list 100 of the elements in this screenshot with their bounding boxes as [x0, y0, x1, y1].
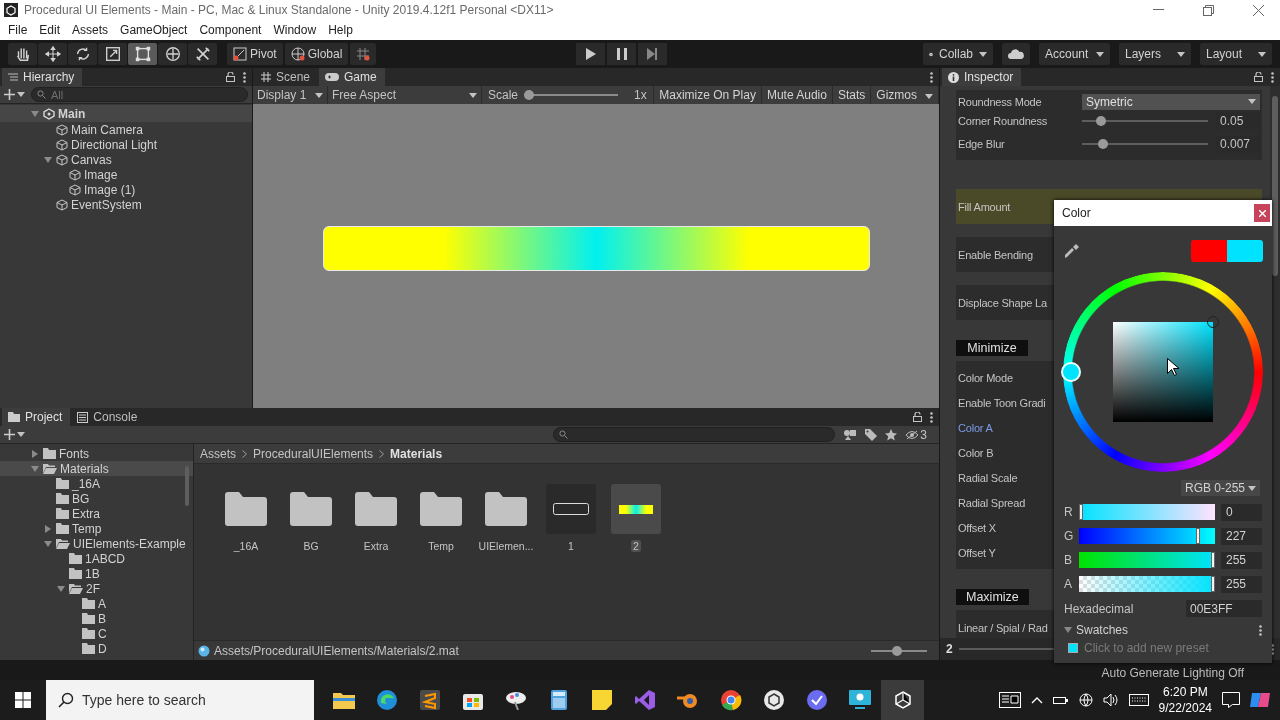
- tree-item[interactable]: _16A: [0, 476, 193, 491]
- channel-slider[interactable]: [1079, 504, 1215, 520]
- caret-icon[interactable]: [31, 449, 39, 458]
- lock-icon[interactable]: [913, 412, 922, 422]
- more-options-icon[interactable]: [930, 411, 933, 423]
- eyedropper-icon[interactable]: [1064, 243, 1080, 259]
- caret-icon[interactable]: [31, 464, 39, 473]
- tree-item[interactable]: UIElements-Example: [0, 536, 193, 551]
- chevron-up-icon[interactable]: [1030, 696, 1043, 704]
- tree-item[interactable]: Directional Light: [0, 137, 252, 152]
- tree-item[interactable]: D: [0, 641, 193, 656]
- news-icon[interactable]: [998, 692, 1021, 708]
- tree-item[interactable]: Main Camera: [0, 122, 252, 137]
- more-options-icon[interactable]: [1259, 624, 1262, 636]
- collab-dropdown[interactable]: Collab: [923, 43, 993, 65]
- slider-thumb[interactable]: [1211, 576, 1215, 592]
- move-tool-button[interactable]: [38, 43, 67, 65]
- number-field[interactable]: 255: [1221, 575, 1262, 593]
- create-button[interactable]: [4, 429, 25, 440]
- rotate-tool-button[interactable]: [68, 43, 97, 65]
- global-button[interactable]: Global: [284, 43, 349, 65]
- menu-item[interactable]: GameObject: [114, 21, 194, 39]
- hex-field[interactable]: 00E3FF: [1186, 600, 1262, 617]
- view-tab[interactable]: Game: [319, 68, 385, 86]
- asset-item[interactable]: Temp: [409, 484, 473, 552]
- layers-dropdown[interactable]: Layers: [1119, 43, 1191, 65]
- more-options-icon[interactable]: [1271, 71, 1274, 83]
- saturation-value-square[interactable]: [1113, 322, 1213, 422]
- transform-tool-button[interactable]: [158, 43, 187, 65]
- caret-icon[interactable]: [44, 155, 52, 164]
- asset-item[interactable]: 2: [604, 484, 668, 552]
- menu-item[interactable]: Edit: [33, 21, 67, 39]
- step-button[interactable]: [638, 43, 667, 65]
- filter-by-type-icon[interactable]: [843, 428, 858, 441]
- slider-thumb[interactable]: [891, 645, 902, 656]
- tree-item[interactable]: 2F: [0, 581, 193, 596]
- layout-dropdown[interactable]: Layout: [1200, 43, 1272, 65]
- caret-icon[interactable]: [57, 584, 65, 593]
- breadcrumb-link[interactable]: Assets: [200, 446, 236, 461]
- search-field[interactable]: All: [31, 87, 248, 102]
- preset-swatch[interactable]: [1068, 643, 1078, 653]
- pivot-button[interactable]: Pivot: [227, 43, 283, 65]
- tree-item[interactable]: B: [0, 611, 193, 626]
- menu-item[interactable]: Component: [193, 21, 268, 39]
- asset-item[interactable]: BG: [279, 484, 343, 552]
- caret-icon[interactable]: [44, 524, 52, 533]
- color-mode-dropdown[interactable]: RGB 0-255: [1180, 480, 1260, 496]
- notification-icon[interactable]: [1222, 692, 1240, 708]
- asset-item[interactable]: Extra: [344, 484, 408, 552]
- lock-icon[interactable]: [226, 72, 235, 82]
- more-options-icon[interactable]: [243, 71, 246, 83]
- tag-icon[interactable]: [865, 428, 878, 441]
- slider-thumb[interactable]: [1079, 504, 1083, 520]
- swatches-foldout[interactable]: Swatches: [1064, 623, 1129, 637]
- tree-item[interactable]: Image (1): [0, 182, 252, 197]
- slider-thumb[interactable]: [1211, 552, 1215, 568]
- channel-slider[interactable]: [1079, 528, 1215, 544]
- hierarchy-tab[interactable]: Hierarchy: [2, 68, 83, 86]
- number-field[interactable]: 227: [1221, 527, 1262, 545]
- property-dropdown[interactable]: Symetric: [1082, 93, 1260, 110]
- channel-slider[interactable]: [1079, 552, 1215, 568]
- previous-color-swatch[interactable]: [1191, 240, 1227, 262]
- tree-item[interactable]: 1ABCD: [0, 551, 193, 566]
- play-button[interactable]: [576, 43, 605, 65]
- tree-item[interactable]: Materials: [0, 461, 193, 476]
- menu-item[interactable]: File: [2, 21, 34, 39]
- pause-button[interactable]: [607, 43, 636, 65]
- hue-marker[interactable]: [1061, 362, 1081, 382]
- menu-item[interactable]: Help: [322, 21, 359, 39]
- keyboard-icon[interactable]: [1128, 694, 1149, 706]
- slider-thumb[interactable]: [524, 90, 535, 100]
- cloud-button[interactable]: [1002, 43, 1030, 65]
- slider-thumb[interactable]: [1098, 139, 1109, 149]
- scale-tool-button[interactable]: [98, 43, 127, 65]
- search-field[interactable]: [553, 427, 836, 442]
- tree-item[interactable]: C: [0, 626, 193, 641]
- channel-slider[interactable]: [1079, 576, 1215, 592]
- tree-item[interactable]: EventSystem: [0, 197, 252, 212]
- rect-tool-button[interactable]: [128, 43, 157, 65]
- inspector-tab[interactable]: Inspector: [942, 68, 1022, 86]
- number-field[interactable]: 0: [1221, 503, 1262, 521]
- account-dropdown[interactable]: Account: [1039, 43, 1110, 65]
- breadcrumb-link[interactable]: Materials: [390, 446, 443, 461]
- star-icon[interactable]: [885, 428, 898, 441]
- tree-item[interactable]: 1B: [0, 566, 193, 581]
- speaker-icon[interactable]: [1102, 693, 1119, 707]
- menu-item[interactable]: Assets: [66, 21, 115, 39]
- create-button[interactable]: [4, 89, 25, 100]
- tree-item[interactable]: Extra: [0, 506, 193, 521]
- custom-tool-button[interactable]: [188, 43, 217, 65]
- asset-item[interactable]: 1: [539, 484, 603, 552]
- colorful-logo-icon[interactable]: [1250, 691, 1270, 709]
- close-button[interactable]: [1254, 204, 1270, 222]
- lock-icon[interactable]: [1254, 72, 1263, 82]
- panel-tab[interactable]: Project: [2, 408, 71, 426]
- number-field[interactable]: 255: [1221, 551, 1262, 569]
- tree-item[interactable]: Fonts: [0, 446, 193, 461]
- slider-thumb[interactable]: [1095, 115, 1106, 126]
- tree-item[interactable]: Image: [0, 167, 252, 182]
- tree-item[interactable]: BG: [0, 491, 193, 506]
